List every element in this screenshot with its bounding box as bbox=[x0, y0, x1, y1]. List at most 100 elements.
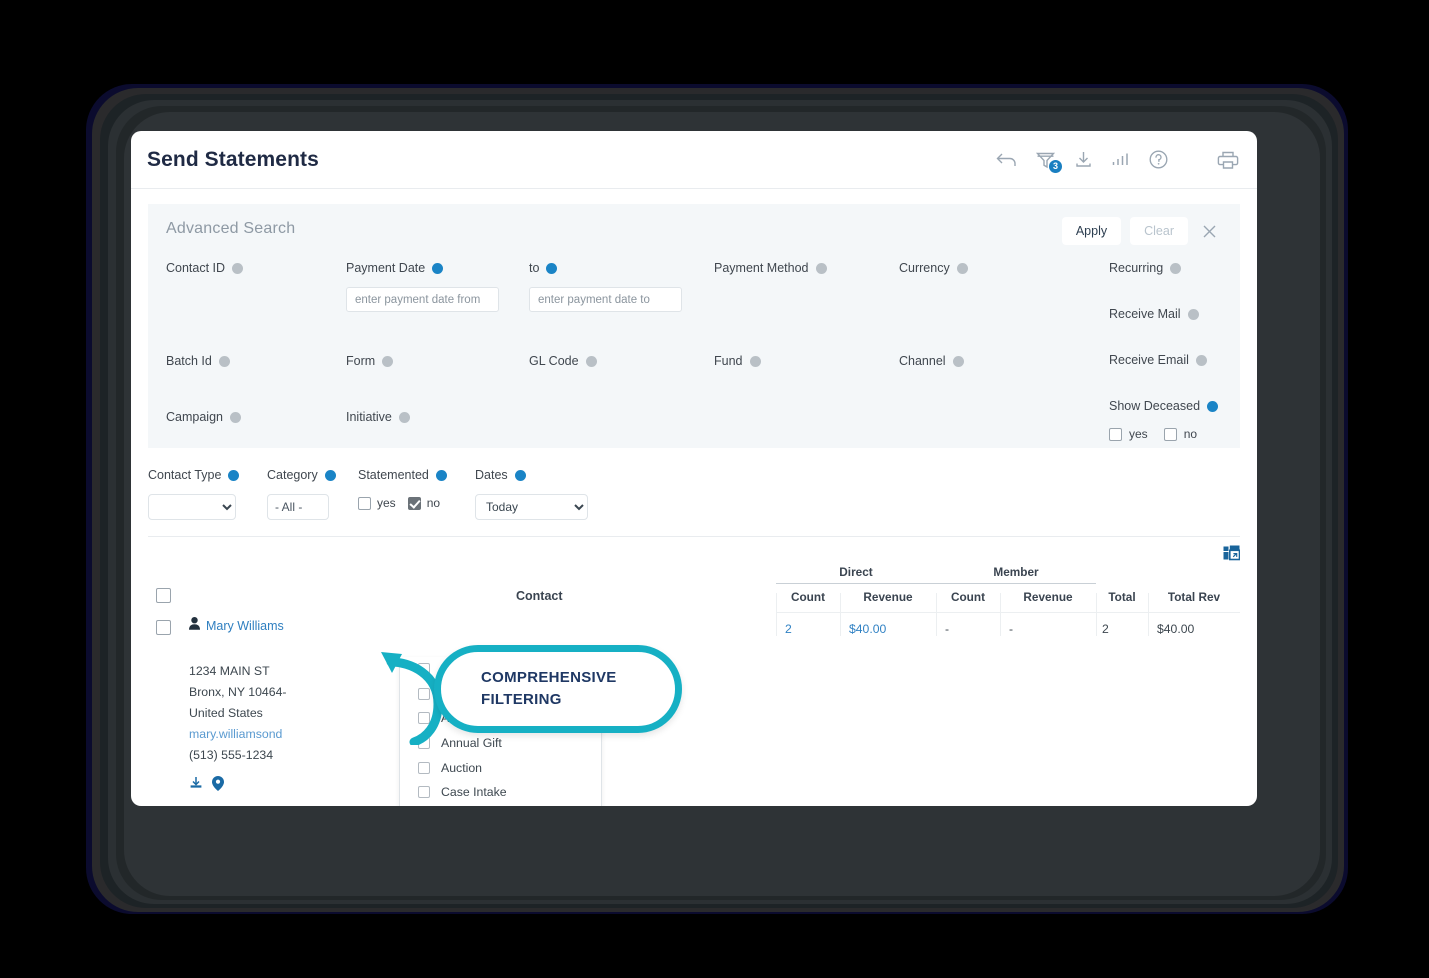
dropdown-item-checkbox[interactable] bbox=[418, 761, 430, 774]
cell-total-rev: $40.00 bbox=[1157, 622, 1195, 636]
contact-type-select[interactable] bbox=[148, 494, 236, 520]
callout-line-2: FILTERING bbox=[481, 691, 562, 708]
statemented-no-label: no bbox=[426, 496, 441, 510]
dropdown-item[interactable]: Contact bbox=[400, 805, 601, 806]
field-payment-method[interactable]: Payment Method bbox=[714, 259, 899, 312]
field-contact-id[interactable]: Contact ID bbox=[166, 259, 346, 312]
status-dot bbox=[382, 355, 394, 367]
field-fund[interactable]: Fund bbox=[714, 352, 899, 370]
advanced-search-row-2: Batch Id Form GL Code Fund Channel bbox=[166, 352, 1222, 370]
clear-button[interactable]: Clear bbox=[1130, 217, 1188, 245]
field-campaign[interactable]: Campaign bbox=[166, 408, 346, 426]
field-label: Receive Mail bbox=[1109, 307, 1181, 321]
cell-member-count: - bbox=[945, 622, 950, 636]
dropdown-item-label: Case Intake bbox=[441, 785, 507, 800]
contact-name-row[interactable]: Mary Williams bbox=[189, 617, 287, 635]
expand-window-icon[interactable] bbox=[1223, 545, 1240, 561]
status-dot bbox=[546, 262, 558, 274]
dropdown-item[interactable]: Auction bbox=[400, 755, 601, 780]
callout-badge: COMPREHENSIVE FILTERING bbox=[434, 645, 682, 733]
status-dot bbox=[585, 355, 597, 367]
table-gridline bbox=[776, 593, 777, 636]
apply-button[interactable]: Apply bbox=[1061, 217, 1122, 245]
filter-badge-count: 3 bbox=[1048, 158, 1063, 174]
field-gl-code[interactable]: GL Code bbox=[529, 352, 714, 370]
column-header-contact: Contact bbox=[516, 589, 563, 603]
callout-line-1: COMPREHENSIVE bbox=[481, 669, 617, 687]
advanced-search-right-column: Recurring Receive Mail Receive Email Sho… bbox=[1109, 259, 1257, 469]
filter-statemented: Statemented yes no bbox=[358, 466, 475, 510]
cell-total: 2 bbox=[1102, 622, 1109, 636]
field-receive-email[interactable]: Receive Email bbox=[1109, 351, 1257, 369]
status-dot bbox=[952, 355, 964, 367]
person-icon bbox=[189, 617, 200, 635]
field-receive-mail[interactable]: Receive Mail bbox=[1109, 305, 1257, 323]
dropdown-item[interactable]: Case Intake bbox=[400, 780, 601, 805]
category-select[interactable]: - All - bbox=[267, 494, 329, 520]
download-icon[interactable] bbox=[1074, 150, 1093, 169]
metrics-table: Direct Member Count Revenue Count Revenu… bbox=[776, 565, 1240, 636]
advanced-search-panel: Advanced Search Apply Clear Contact ID P… bbox=[148, 204, 1240, 448]
status-dot bbox=[324, 469, 336, 481]
statemented-no-checkbox[interactable] bbox=[407, 496, 421, 510]
cell-member-revenue: - bbox=[1009, 622, 1014, 636]
field-label: Payment Date bbox=[346, 261, 426, 275]
print-icon[interactable] bbox=[1217, 150, 1239, 170]
status-dot bbox=[1195, 354, 1207, 366]
field-form[interactable]: Form bbox=[346, 352, 529, 370]
column-header-total-rev: Total Rev bbox=[1167, 590, 1221, 604]
table-gridline bbox=[1096, 593, 1097, 636]
statemented-yes-label: yes bbox=[377, 496, 396, 510]
bar-chart-icon[interactable] bbox=[1111, 151, 1130, 168]
filter-label: Statemented bbox=[358, 468, 429, 482]
field-initiative[interactable]: Initiative bbox=[346, 408, 529, 426]
status-dot bbox=[218, 355, 230, 367]
results-left-header: Contact bbox=[148, 565, 768, 609]
field-recurring[interactable]: Recurring bbox=[1109, 259, 1257, 277]
quick-filter-bar: Contact Type Category - All - Statemente… bbox=[148, 466, 1240, 520]
screenshot-stage: Send Statements 3 Advanced Search Apply … bbox=[0, 0, 1429, 978]
category-selected-value: - All - bbox=[275, 500, 303, 514]
map-pin-icon[interactable] bbox=[212, 776, 224, 796]
column-header-direct-count: Count bbox=[790, 590, 826, 604]
contact-name-link[interactable]: Mary Williams bbox=[206, 619, 284, 633]
statemented-yes-checkbox[interactable] bbox=[358, 496, 371, 510]
help-icon[interactable] bbox=[1148, 149, 1169, 170]
cell-direct-count[interactable]: 2 bbox=[776, 613, 840, 636]
field-payment-date: Payment Date bbox=[346, 259, 529, 312]
field-batch-id[interactable]: Batch Id bbox=[166, 352, 346, 370]
advanced-search-actions: Apply Clear bbox=[1061, 217, 1222, 245]
results-table: Contact Mary Williams 1234 MAIN ST Bronx… bbox=[148, 565, 1240, 796]
status-dot bbox=[815, 262, 827, 274]
field-label: Receive Email bbox=[1109, 353, 1189, 367]
dropdown-item-checkbox[interactable] bbox=[418, 786, 430, 799]
row-select-checkbox[interactable] bbox=[156, 620, 171, 635]
cell-direct-revenue[interactable]: $40.00 bbox=[840, 613, 936, 636]
field-channel[interactable]: Channel bbox=[899, 352, 1095, 370]
close-icon[interactable] bbox=[1197, 221, 1222, 242]
advanced-search-grid: Contact ID Payment Date to bbox=[166, 259, 1222, 441]
column-header-member-count: Count bbox=[950, 590, 986, 604]
download-icon[interactable] bbox=[189, 776, 203, 796]
select-all-checkbox[interactable] bbox=[156, 588, 171, 603]
payment-date-to-input[interactable] bbox=[529, 287, 682, 312]
field-currency[interactable]: Currency bbox=[899, 259, 1095, 312]
callout-text: COMPREHENSIVE FILTERING bbox=[481, 667, 617, 711]
metrics-column-headers: Count Revenue Count Revenue Total Total … bbox=[776, 584, 1240, 612]
contact-card: Mary Williams 1234 MAIN ST Bronx, NY 104… bbox=[189, 617, 287, 796]
contact-email-link[interactable]: mary.williamsond bbox=[189, 727, 282, 741]
filter-category: Category - All - bbox=[267, 466, 358, 520]
undo-icon[interactable] bbox=[996, 151, 1017, 168]
show-deceased-yes-checkbox[interactable] bbox=[1109, 427, 1122, 441]
filter-contact-type: Contact Type bbox=[148, 466, 267, 520]
payment-date-from-input[interactable] bbox=[346, 287, 499, 312]
table-gridline bbox=[1148, 593, 1149, 636]
status-dot bbox=[398, 411, 410, 423]
filter-funnel-icon[interactable]: 3 bbox=[1035, 150, 1063, 174]
show-deceased-no-checkbox[interactable] bbox=[1163, 427, 1177, 441]
group-header-member: Member bbox=[936, 565, 1096, 584]
column-header-direct-revenue: Revenue bbox=[863, 590, 913, 604]
field-label: Contact ID bbox=[166, 261, 226, 275]
dates-select[interactable]: Today bbox=[475, 494, 588, 520]
field-label: Form bbox=[346, 354, 376, 368]
